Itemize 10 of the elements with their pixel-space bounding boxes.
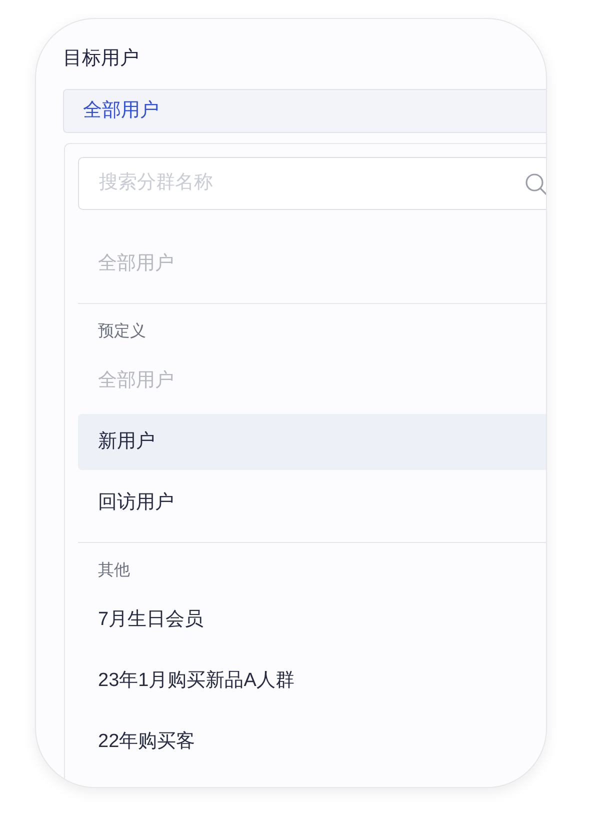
option-item[interactable]: 23年1月购买新品A人群: [78, 653, 546, 709]
option-item[interactable]: 22年购买客: [78, 714, 546, 770]
group-title: 其他: [97, 560, 130, 581]
option-item[interactable]: 回访用户: [78, 475, 546, 531]
field-label: 目标用户: [63, 47, 139, 71]
option-item[interactable]: 新用户: [78, 414, 546, 470]
option-item[interactable]: 7月生日会员: [78, 592, 546, 648]
group-title: 预定义: [97, 322, 146, 342]
search-icon: [524, 172, 546, 196]
select-field[interactable]: 全部用户: [63, 89, 546, 133]
